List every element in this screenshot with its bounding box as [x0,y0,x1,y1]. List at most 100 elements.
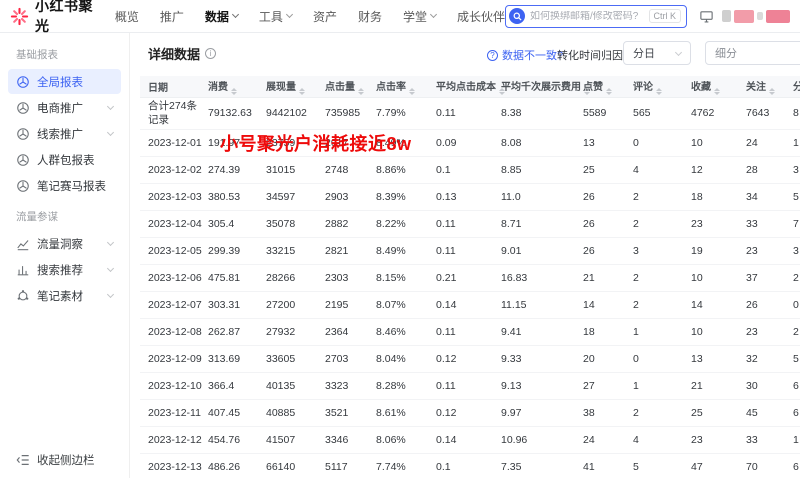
sidebar-item-global-report[interactable]: 全局报表 [8,69,121,94]
cell-clicks: 2364 [317,318,368,345]
search-input[interactable] [530,11,644,22]
cell-collects: 18 [683,183,738,210]
info-icon[interactable]: i [205,48,216,59]
cell-avg-cpm: 7.35 [493,453,575,478]
collapse-sidebar-button[interactable]: 收起侧边栏 [16,452,95,468]
cell-collects: 23 [683,426,738,453]
sidebar-item-ecommerce-promotion[interactable]: 电商推广 [8,95,121,120]
column-header-likes[interactable]: 点赞 [575,76,625,97]
table-row: 2023-12-06475.812826623038.15%0.2116.832… [140,264,800,291]
cell-comments: 0 [625,345,683,372]
cell-shares: 2 [785,264,800,291]
logo[interactable]: 小红书聚光 [10,0,95,36]
cell-avg-click-cost: 0.11 [428,210,493,237]
cell-follows: 33 [738,426,785,453]
nav-item-tools[interactable]: 工具 [259,8,292,25]
sidebar-item-label: 线索推广 [37,126,83,142]
cell-collects: 10 [683,129,738,156]
cell-shares: 8 [785,97,800,129]
cell-avg-cpm: 11.15 [493,291,575,318]
cell-cost: 366.4 [200,372,258,399]
cell-date: 2023-12-13 [140,453,200,478]
cell-comments: 4 [625,156,683,183]
sidebar-item-search-recommend[interactable]: 搜索推荐 [8,257,121,282]
cell-shares: 6 [785,399,800,426]
column-header-impressions[interactable]: 展现量 [258,76,317,97]
cell-avg-cpm: 8.08 [493,129,575,156]
nav-item-growth-partner[interactable]: 成长伙伴 [457,8,505,25]
nav-item-data[interactable]: 数据 [205,8,238,25]
cell-cost: 486.26 [200,453,258,478]
sidebar-item-label: 笔记素材 [37,288,83,304]
cell-collects: 10 [683,264,738,291]
sort-icon[interactable] [769,88,775,96]
nav-item-promotion[interactable]: 推广 [160,8,184,25]
cell-date: 2023-12-02 [140,156,200,183]
cell-avg-click-cost: 0.12 [428,399,493,426]
sort-icon[interactable] [656,88,662,96]
sort-icon[interactable] [299,88,305,96]
cell-collects: 23 [683,210,738,237]
support-monitor-icon[interactable] [699,9,714,24]
nav-item-academy[interactable]: 学堂 [403,8,436,25]
column-header-comments[interactable]: 评论 [625,76,683,97]
caret-up-icon [231,88,237,91]
breakdown-value: 细分 [715,45,737,61]
sidebar-item-traffic-insight[interactable]: 流量洞察 [8,231,121,256]
breakdown-select[interactable]: 细分 [705,41,800,65]
cell-cost: 454.76 [200,426,258,453]
column-header-shares[interactable]: 分享 [785,76,800,97]
table-header-row: 日期消费展现量点击量点击率平均点击成本平均千次展示费用点赞评论收藏关注分享 [140,76,800,97]
column-header-follows[interactable]: 关注 [738,76,785,97]
cell-clicks: 2748 [317,156,368,183]
cell-likes: 25 [575,156,625,183]
cell-comments: 5 [625,453,683,478]
sort-icon[interactable] [714,88,720,96]
granularity-select[interactable]: 分日 [623,41,691,65]
sort-icon[interactable] [358,88,364,96]
cell-collects: 4762 [683,97,738,129]
column-header-label: 平均点击成本 [436,82,496,93]
cell-ctr: 8.49% [368,237,428,264]
sidebar-item-lead-promotion[interactable]: 线索推广 [8,121,121,146]
data-inconsistent-link[interactable]: ? 数据不一致? [487,47,563,63]
xiaohongshu-burst-icon [10,7,29,26]
chevron-down-icon [107,128,114,135]
column-header-ctr[interactable]: 点击率 [368,76,428,97]
sidebar-item-note-material[interactable]: 笔记素材 [8,283,121,308]
sort-icon[interactable] [409,88,415,96]
cell-likes: 26 [575,210,625,237]
sort-icon[interactable] [231,88,237,96]
cell-follows: 32 [738,345,785,372]
column-header-cost[interactable]: 消费 [200,76,258,97]
table-row: 2023-12-11407.454088535218.61%0.129.9738… [140,399,800,426]
page-title-text: 详细数据 [148,44,200,63]
column-header-collects[interactable]: 收藏 [683,76,738,97]
caret-up-icon [769,88,775,91]
material-icon [16,289,30,303]
cell-impressions: 34597 [258,183,317,210]
cell-clicks: 3521 [317,399,368,426]
column-header-clicks[interactable]: 点击量 [317,76,368,97]
nav-item-label: 资产 [313,8,337,25]
sidebar-item-audience-package-report[interactable]: 人群包报表 [8,147,121,172]
cell-date: 合计274条记录 [140,97,200,129]
nav-item-overview[interactable]: 概览 [115,8,139,25]
sort-icon[interactable] [606,88,612,96]
column-header-date: 日期 [140,76,200,97]
cell-date: 2023-12-08 [140,318,200,345]
cell-ctr: 7.74% [368,453,428,478]
sidebar-item-label: 流量洞察 [37,236,83,252]
cell-follows: 24 [738,129,785,156]
nav-item-finance[interactable]: 财务 [358,8,382,25]
caret-up-icon [656,88,662,91]
user-account-redacted[interactable] [722,10,790,23]
column-header-avg-click-cost[interactable]: 平均点击成本 [428,76,493,97]
global-search[interactable]: Ctrl K [505,5,687,28]
caret-up-icon [409,88,415,91]
sidebar-item-note-racing-report[interactable]: 笔记赛马报表 [8,173,121,198]
nav-item-assets[interactable]: 资产 [313,8,337,25]
caret-up-icon [606,88,612,91]
column-header-avg-cpm[interactable]: 平均千次展示费用 [493,76,575,97]
cell-follows: 34 [738,183,785,210]
